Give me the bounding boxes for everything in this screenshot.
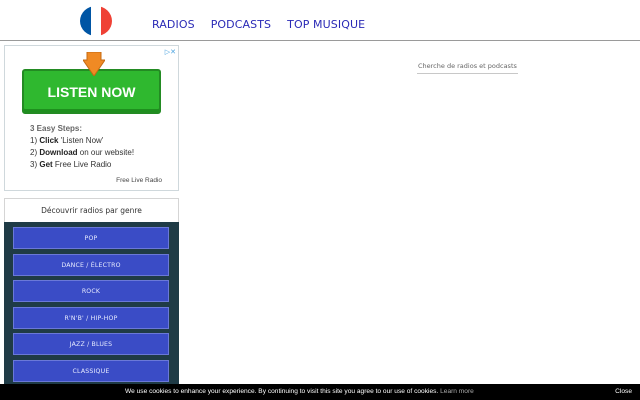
genre-button-jazz[interactable]: JAZZ / BLUES [13, 333, 169, 355]
ad-step: 3) Get Free Live Radio [30, 160, 112, 169]
cookie-message: We use cookies to enhance your experienc… [125, 388, 474, 395]
arrow-down-icon [83, 52, 105, 76]
main-nav: RADIOS PODCASTS TOP MUSIQUE [152, 18, 365, 31]
ad-footer: Free Live Radio [116, 177, 162, 184]
genre-button-rnb[interactable]: R'N'B' / HIP-HOP [13, 307, 169, 329]
learn-more-link[interactable]: Learn more [440, 388, 474, 395]
cookie-close-button[interactable]: Close [615, 388, 632, 395]
ad-step: 2) Download on our website! [30, 148, 135, 157]
nav-podcasts[interactable]: PODCASTS [211, 18, 271, 31]
france-flag-icon[interactable] [80, 6, 112, 36]
genre-button-pop[interactable]: POP [13, 227, 169, 249]
ad-step: 1) Click 'Listen Now' [30, 136, 104, 145]
genre-button-rock[interactable]: ROCK [13, 280, 169, 302]
header-bar: RADIOS PODCASTS TOP MUSIQUE [0, 0, 640, 41]
genre-section-title: Découvrir radios par genre [4, 198, 179, 222]
cookie-bar: We use cookies to enhance your experienc… [0, 384, 640, 400]
ad-close-icon[interactable]: ▷✕ [165, 48, 176, 56]
ad-steps-title: 3 Easy Steps: [30, 124, 83, 133]
ad-banner[interactable]: ▷✕ LISTEN NOW 3 Easy Steps: 1) Click 'Li… [4, 45, 179, 191]
search-input[interactable]: Cherche de radios et podcasts [417, 60, 518, 74]
nav-top-musique[interactable]: TOP MUSIQUE [287, 18, 365, 31]
genre-button-dance[interactable]: DANCE / ÉLECTRO [13, 254, 169, 276]
page: RADIOS PODCASTS TOP MUSIQUE Cherche de r… [0, 0, 640, 400]
ad-steps: 3 Easy Steps: 1) Click 'Listen Now' 2) D… [30, 123, 134, 171]
genre-panel: POP DANCE / ÉLECTRO ROCK R'N'B' / HIP-HO… [4, 222, 179, 390]
nav-radios[interactable]: RADIOS [152, 18, 195, 31]
genre-button-classique[interactable]: CLASSIQUE [13, 360, 169, 382]
